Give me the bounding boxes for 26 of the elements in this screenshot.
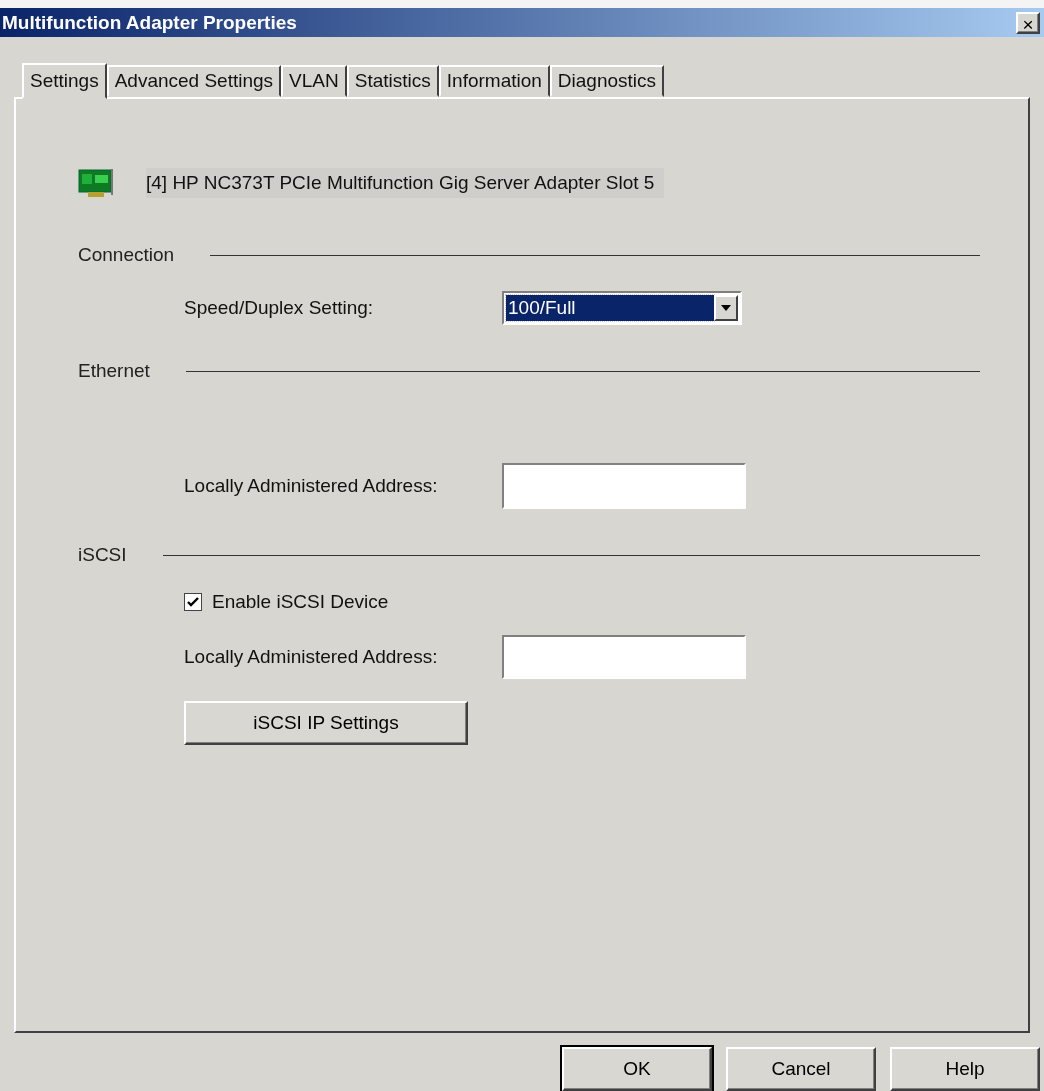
tab[interactable]: Settings — [22, 63, 107, 99]
input-field[interactable] — [502, 463, 746, 509]
close-button[interactable]: × — [1016, 11, 1040, 34]
input-field[interactable] — [502, 635, 746, 679]
dialog-button[interactable]: OK — [562, 1047, 712, 1091]
field-label: Locally Administered Address: — [184, 475, 439, 497]
window-title: Multifunction Adapter Properties — [2, 11, 297, 34]
checkbox[interactable] — [184, 593, 202, 611]
tab[interactable]: VLAN — [281, 65, 347, 97]
section-label: Ethernet — [78, 360, 150, 382]
tab[interactable]: Diagnostics — [549, 65, 665, 97]
speed-duplex-dropdown[interactable]: 100/Full — [502, 291, 742, 325]
section-label: iSCSI — [78, 544, 127, 566]
network-card-icon — [78, 167, 114, 199]
iscsi-settings-button[interactable]: iSCSI IP Settings — [184, 701, 468, 745]
tab[interactable]: Advanced Settings — [106, 65, 282, 97]
adapter-name: [4] HP NC373T PCIe Multifunction Gig Server Adapter Slot 5 — [146, 168, 665, 198]
tab[interactable]: Statistics — [346, 65, 439, 97]
checkbox-label: Enable iSCSI Device — [212, 591, 389, 613]
field-label: Locally Administered Address: — [184, 646, 439, 668]
dropdown-arrow-icon — [720, 304, 732, 312]
dialog-button[interactable]: Help — [890, 1047, 1040, 1091]
section-label: Connection — [78, 244, 175, 266]
field-label: Speed/Duplex Setting: — [184, 297, 375, 319]
tab[interactable]: Information — [438, 65, 550, 97]
dialog-button[interactable]: Cancel — [726, 1047, 876, 1091]
